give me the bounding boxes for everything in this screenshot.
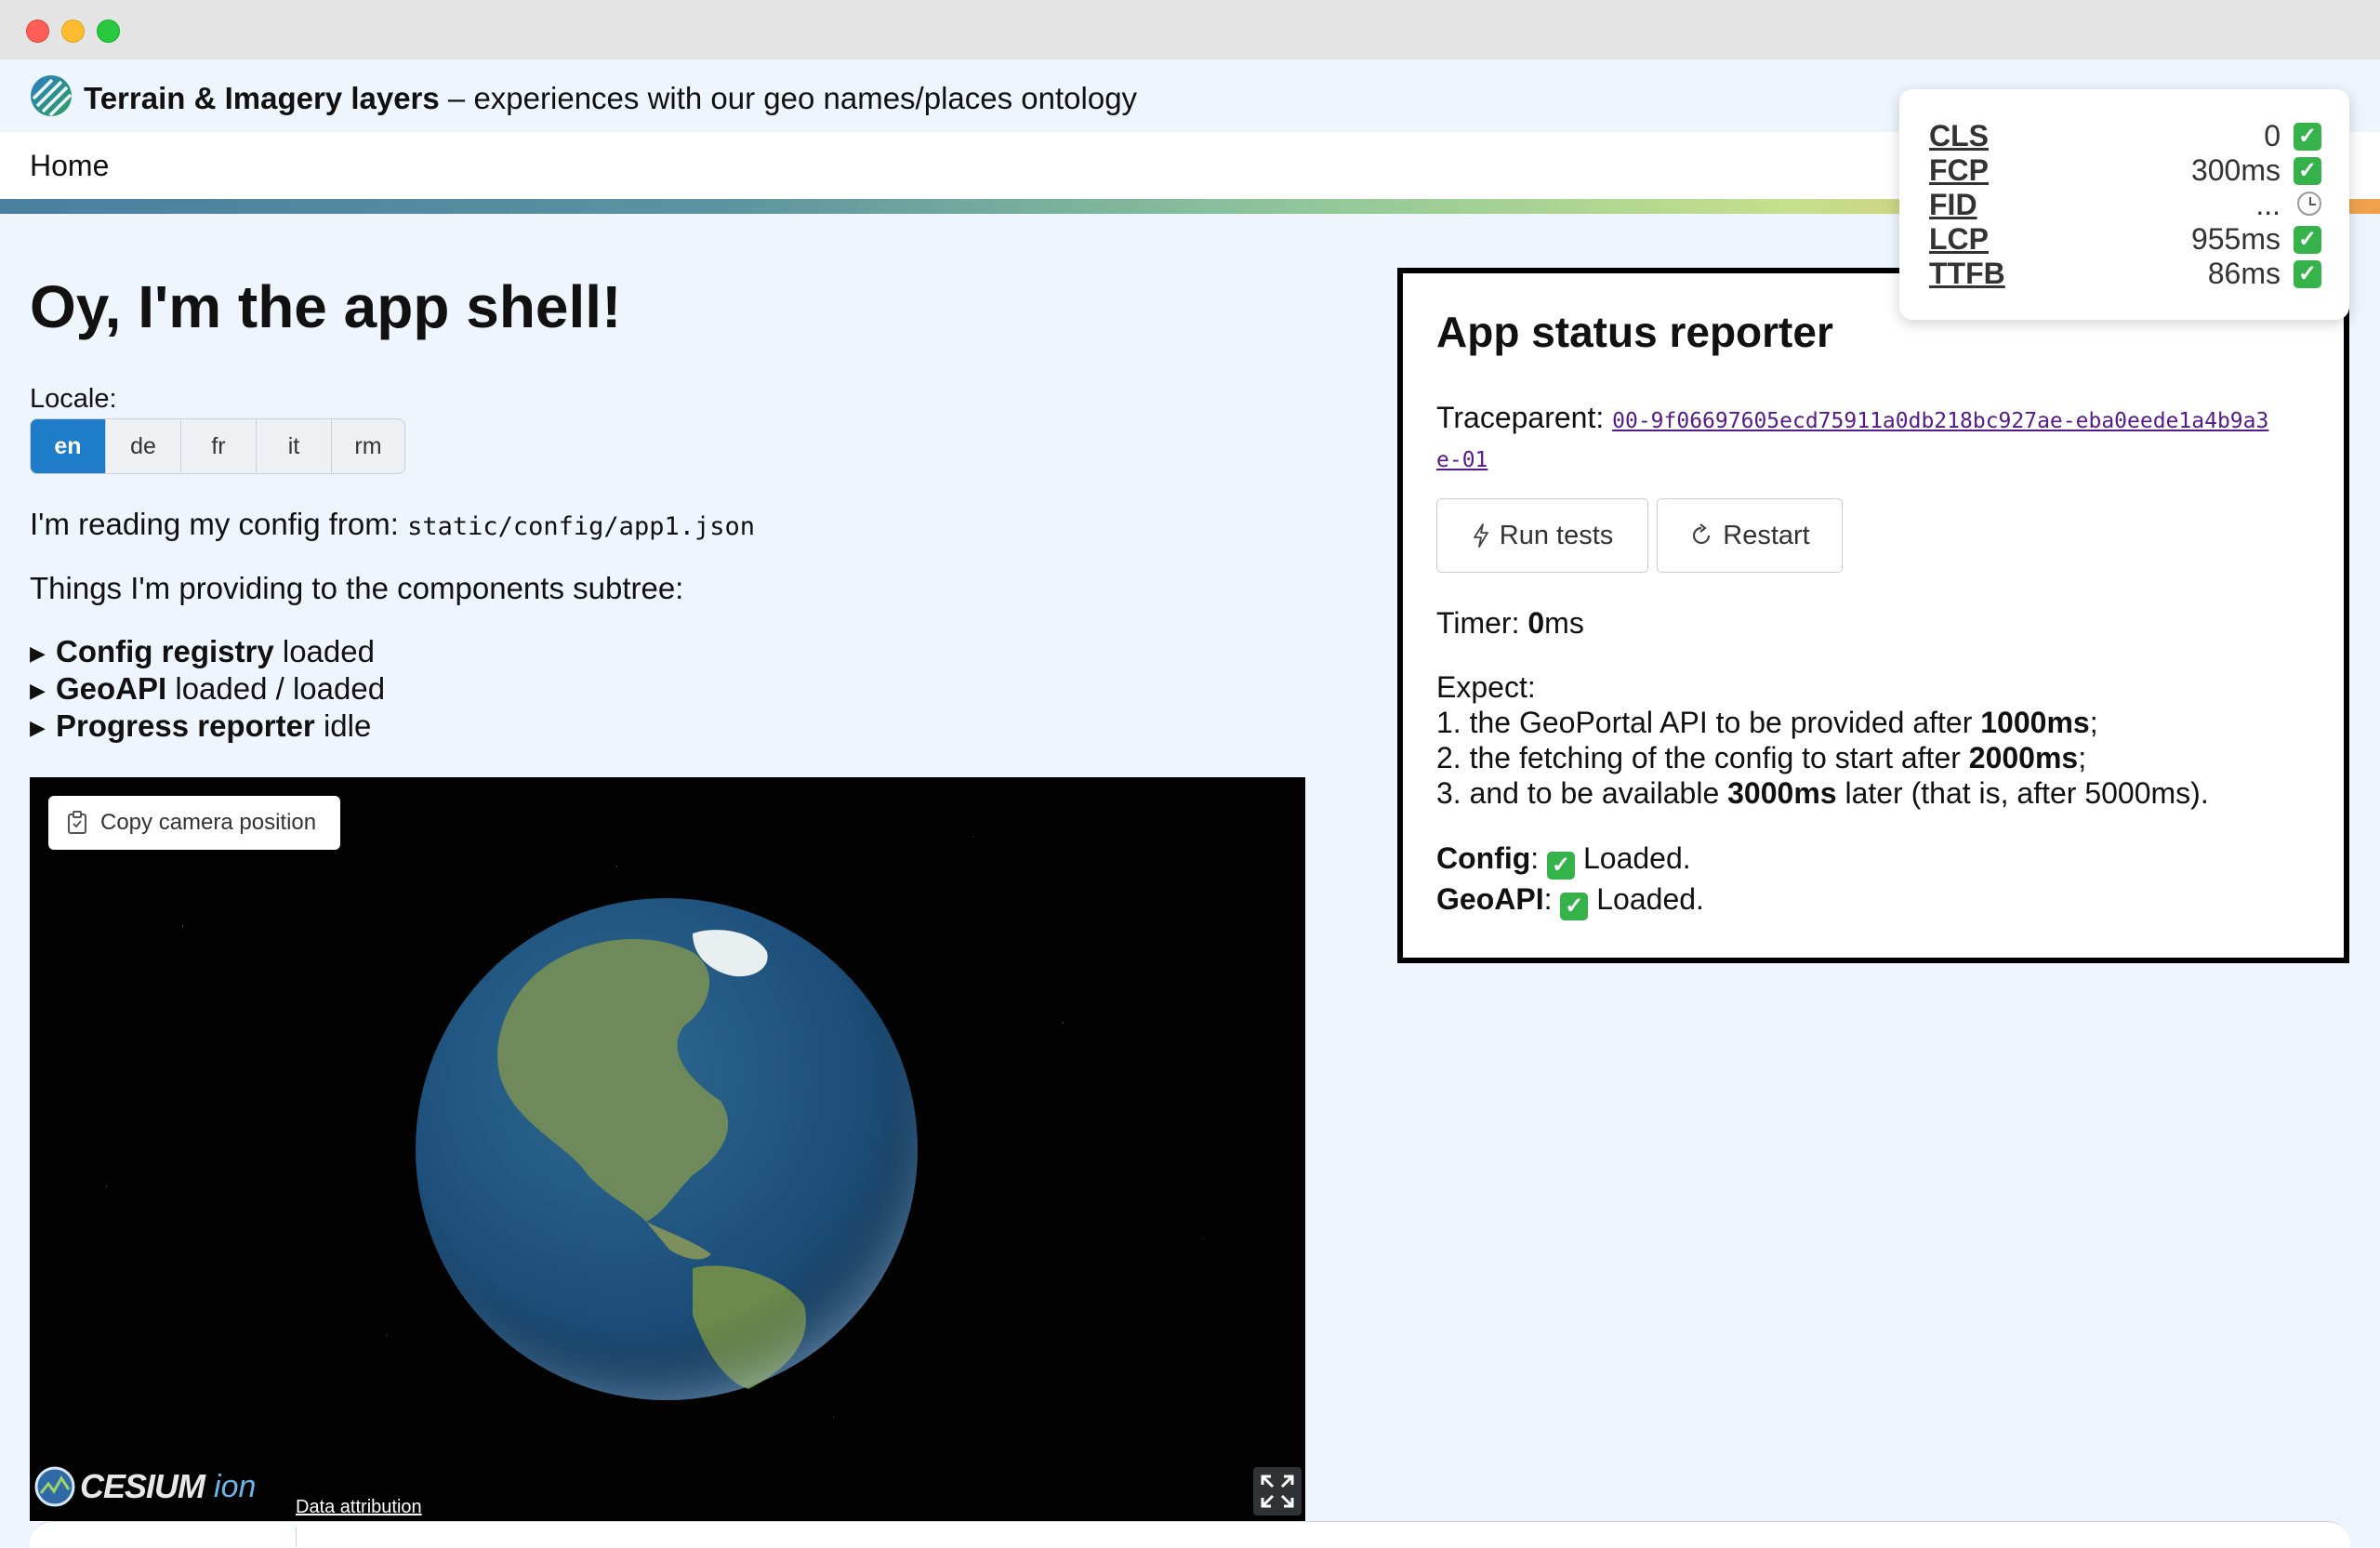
check-icon: ✓ (2294, 260, 2321, 288)
config-source-text: I'm reading my config from: static/confi… (30, 507, 755, 541)
disclosure-triangle-icon: ▶ (30, 716, 46, 739)
timer-readout: Timer: 0ms (1436, 606, 1584, 640)
tree-item-progress-reporter[interactable]: ▶ Progress reporter idle (30, 708, 385, 746)
earth-globe[interactable] (414, 896, 919, 1402)
locale-switcher: en de fr it rm (30, 418, 405, 474)
disclosure-triangle-icon: ▶ (30, 679, 46, 702)
check-icon: ✓ (1547, 852, 1576, 880)
nav-home-link[interactable]: Home (30, 147, 109, 184)
providing-text: Things I'm providing to the components s… (30, 571, 684, 605)
clipboard-icon (68, 811, 86, 834)
vital-row-fcp: FCP 300ms ✓ (1929, 153, 2321, 188)
vital-row-fid: FID ... (1929, 188, 2321, 222)
globe-viewer[interactable]: Copy camera position CESIUM ion Data attr… (30, 777, 1305, 1521)
bottom-panel-tab[interactable] (30, 1527, 297, 1547)
locale-button-de[interactable]: de (106, 419, 181, 473)
web-vitals-overlay: CLS 0 ✓ FCP 300ms ✓ FID ... LCP 955ms ✓ … (1899, 89, 2349, 320)
expectations-list: Expect: 1. the GeoPortal API to be provi… (1436, 670, 2209, 810)
run-tests-button[interactable]: Run tests (1436, 498, 1648, 573)
fullscreen-icon (1261, 1475, 1294, 1508)
geoapi-status-row: GeoAPI: ✓ Loaded. (1436, 882, 1704, 920)
load-status: Config: ✓ Loaded. GeoAPI: ✓ Loaded. (1436, 839, 1704, 920)
vital-row-lcp: LCP 955ms ✓ (1929, 222, 2321, 257)
locale-button-en[interactable]: en (31, 419, 106, 473)
expect-item: 1. the GeoPortal API to be provided afte… (1436, 706, 2098, 739)
app-logo-icon (31, 75, 73, 117)
refresh-icon (1693, 523, 1711, 545)
restart-button[interactable]: Restart (1657, 498, 1843, 573)
lightning-icon (1473, 523, 1488, 548)
config-status-row: Config: ✓ Loaded. (1436, 841, 1691, 880)
clock-icon (2297, 192, 2321, 216)
locale-button-it[interactable]: it (257, 419, 332, 473)
close-window-button[interactable] (26, 20, 49, 43)
locale-button-rm[interactable]: rm (332, 419, 404, 473)
check-icon: ✓ (1560, 893, 1589, 920)
config-path: static/config/app1.json (407, 512, 755, 541)
zoom-window-button[interactable] (97, 20, 120, 43)
bottom-panel-edge (30, 1521, 2350, 1548)
vital-name[interactable]: TTFB (1929, 257, 2005, 291)
minimize-window-button[interactable] (61, 20, 85, 43)
tree-item-geoapi[interactable]: ▶ GeoAPI loaded / loaded (30, 671, 385, 708)
app-status-reporter-panel: App status reporter Traceparent: 00-9f06… (1397, 268, 2349, 963)
vital-value: 0 (2264, 119, 2281, 152)
check-icon: ✓ (2294, 123, 2321, 151)
app-title: Terrain & Imagery layers – experiences w… (84, 81, 1138, 115)
vital-row-ttfb: TTFB 86ms ✓ (1929, 257, 2321, 291)
vital-name[interactable]: LCP (1929, 222, 1989, 257)
status-panel-title: App status reporter (1436, 308, 1833, 356)
vital-name[interactable]: CLS (1929, 119, 1989, 153)
check-icon: ✓ (2294, 157, 2321, 185)
vital-name[interactable]: FID (1929, 188, 1977, 222)
provider-tree: ▶ Config registry loaded ▶ GeoAPI loaded /… (30, 634, 385, 746)
locale-button-fr[interactable]: fr (181, 419, 257, 473)
disclosure-triangle-icon: ▶ (30, 642, 46, 665)
tree-item-config-registry[interactable]: ▶ Config registry loaded (30, 634, 385, 671)
copy-camera-position-button[interactable]: Copy camera position (48, 796, 341, 850)
locale-label: Locale: (30, 384, 117, 414)
vital-value: ... (2255, 188, 2281, 221)
traceparent-row: Traceparent: 00-9f06697605ecd75911a0db21… (1436, 401, 2269, 472)
vital-value: 86ms (2207, 257, 2281, 290)
vital-value: 955ms (2190, 222, 2281, 256)
vital-row-cls: CLS 0 ✓ (1929, 119, 2321, 153)
cesium-logo-icon (34, 1466, 75, 1507)
vital-name[interactable]: FCP (1929, 153, 1989, 188)
data-attribution-link[interactable]: Data attribution (296, 1497, 422, 1518)
expect-item: 3. and to be available 3000ms later (tha… (1436, 776, 2209, 810)
page-title: Oy, I'm the app shell! (30, 273, 622, 340)
window-titlebar (0, 0, 2380, 60)
fullscreen-button[interactable] (1253, 1467, 1302, 1515)
check-icon: ✓ (2294, 226, 2321, 254)
expect-item: 2. the fetching of the config to start a… (1436, 741, 2087, 774)
cesium-ion-logo[interactable]: CESIUM ion (33, 1465, 256, 1508)
vital-value: 300ms (2190, 153, 2281, 187)
